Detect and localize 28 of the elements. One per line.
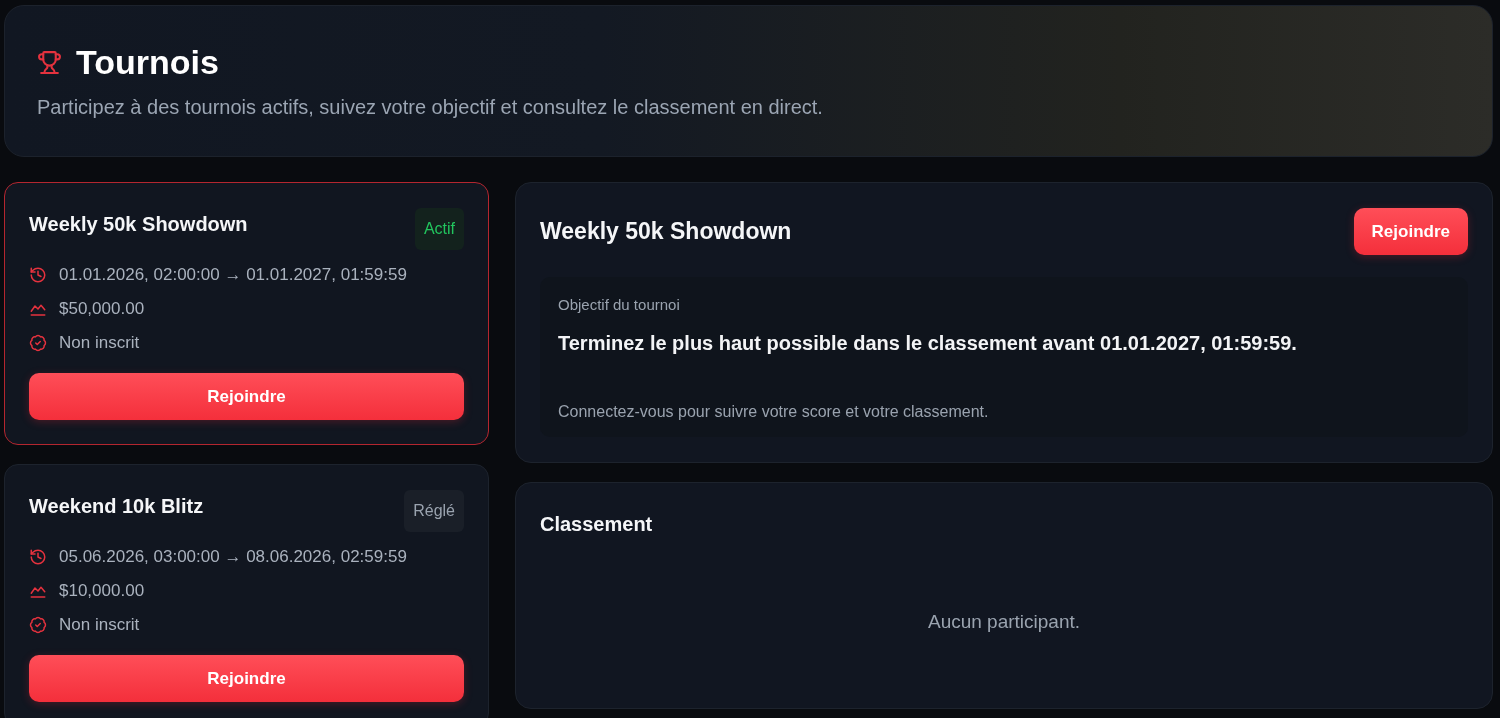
tournament-title: Weekend 10k Blitz	[29, 494, 204, 519]
empty-message: Aucun participant.	[926, 610, 1082, 634]
objective-text: Terminez le plus haut possible dans le classement avant 01.01.2027, 01:59:59.	[558, 331, 1298, 356]
registration-text: Non inscrit	[59, 333, 140, 353]
prize-text: $10,000.00	[59, 581, 145, 601]
period-text: 05.06.2026, 03:00:00 → 08.06.2026, 02:59:59	[59, 547, 407, 567]
join-button[interactable]: Rejoindre	[29, 373, 464, 420]
status-badge: Actif	[414, 208, 464, 250]
objective-label: Objectif du tournoi	[558, 295, 681, 315]
join-button[interactable]: Rejoindre	[1353, 208, 1468, 255]
badge-check-icon	[29, 334, 47, 352]
tournament-card[interactable]: Weekend 10k Blitz Réglé 05.06.2026, 03:00:00 → 08.06.2026, 02:59:59 $10,000.00 Non inscrit Rejoindre	[4, 464, 489, 718]
badge-check-icon	[29, 616, 47, 634]
trophy-icon	[37, 49, 62, 75]
history-icon	[29, 266, 47, 284]
registration-text: Non inscrit	[59, 615, 140, 635]
history-icon	[29, 548, 47, 566]
page-subtitle: Participez à des tournois actifs, suivez votre objectif et consultez le classement en direct.	[37, 95, 824, 120]
detail-title: Weekly 50k Showdown	[540, 218, 792, 245]
leaderboard-title: Classement	[540, 512, 654, 537]
tournament-card[interactable]: Weekly 50k Showdown Actif 01.01.2026, 02:00:00 → 01.01.2027, 01:59:59 $50,000.00 Non inscrit Rejoindre	[4, 182, 489, 445]
join-button[interactable]: Rejoindre	[29, 655, 464, 702]
status-badge: Réglé	[404, 490, 464, 532]
page-title: Tournois	[76, 42, 219, 82]
tournament-title: Weekly 50k Showdown	[29, 212, 248, 237]
login-note: Connectez-vous pour suivre votre score et votre classement.	[558, 402, 990, 422]
period-text: 01.01.2026, 02:00:00 → 01.01.2027, 01:59:59	[59, 265, 407, 285]
prize-text: $50,000.00	[59, 299, 145, 319]
